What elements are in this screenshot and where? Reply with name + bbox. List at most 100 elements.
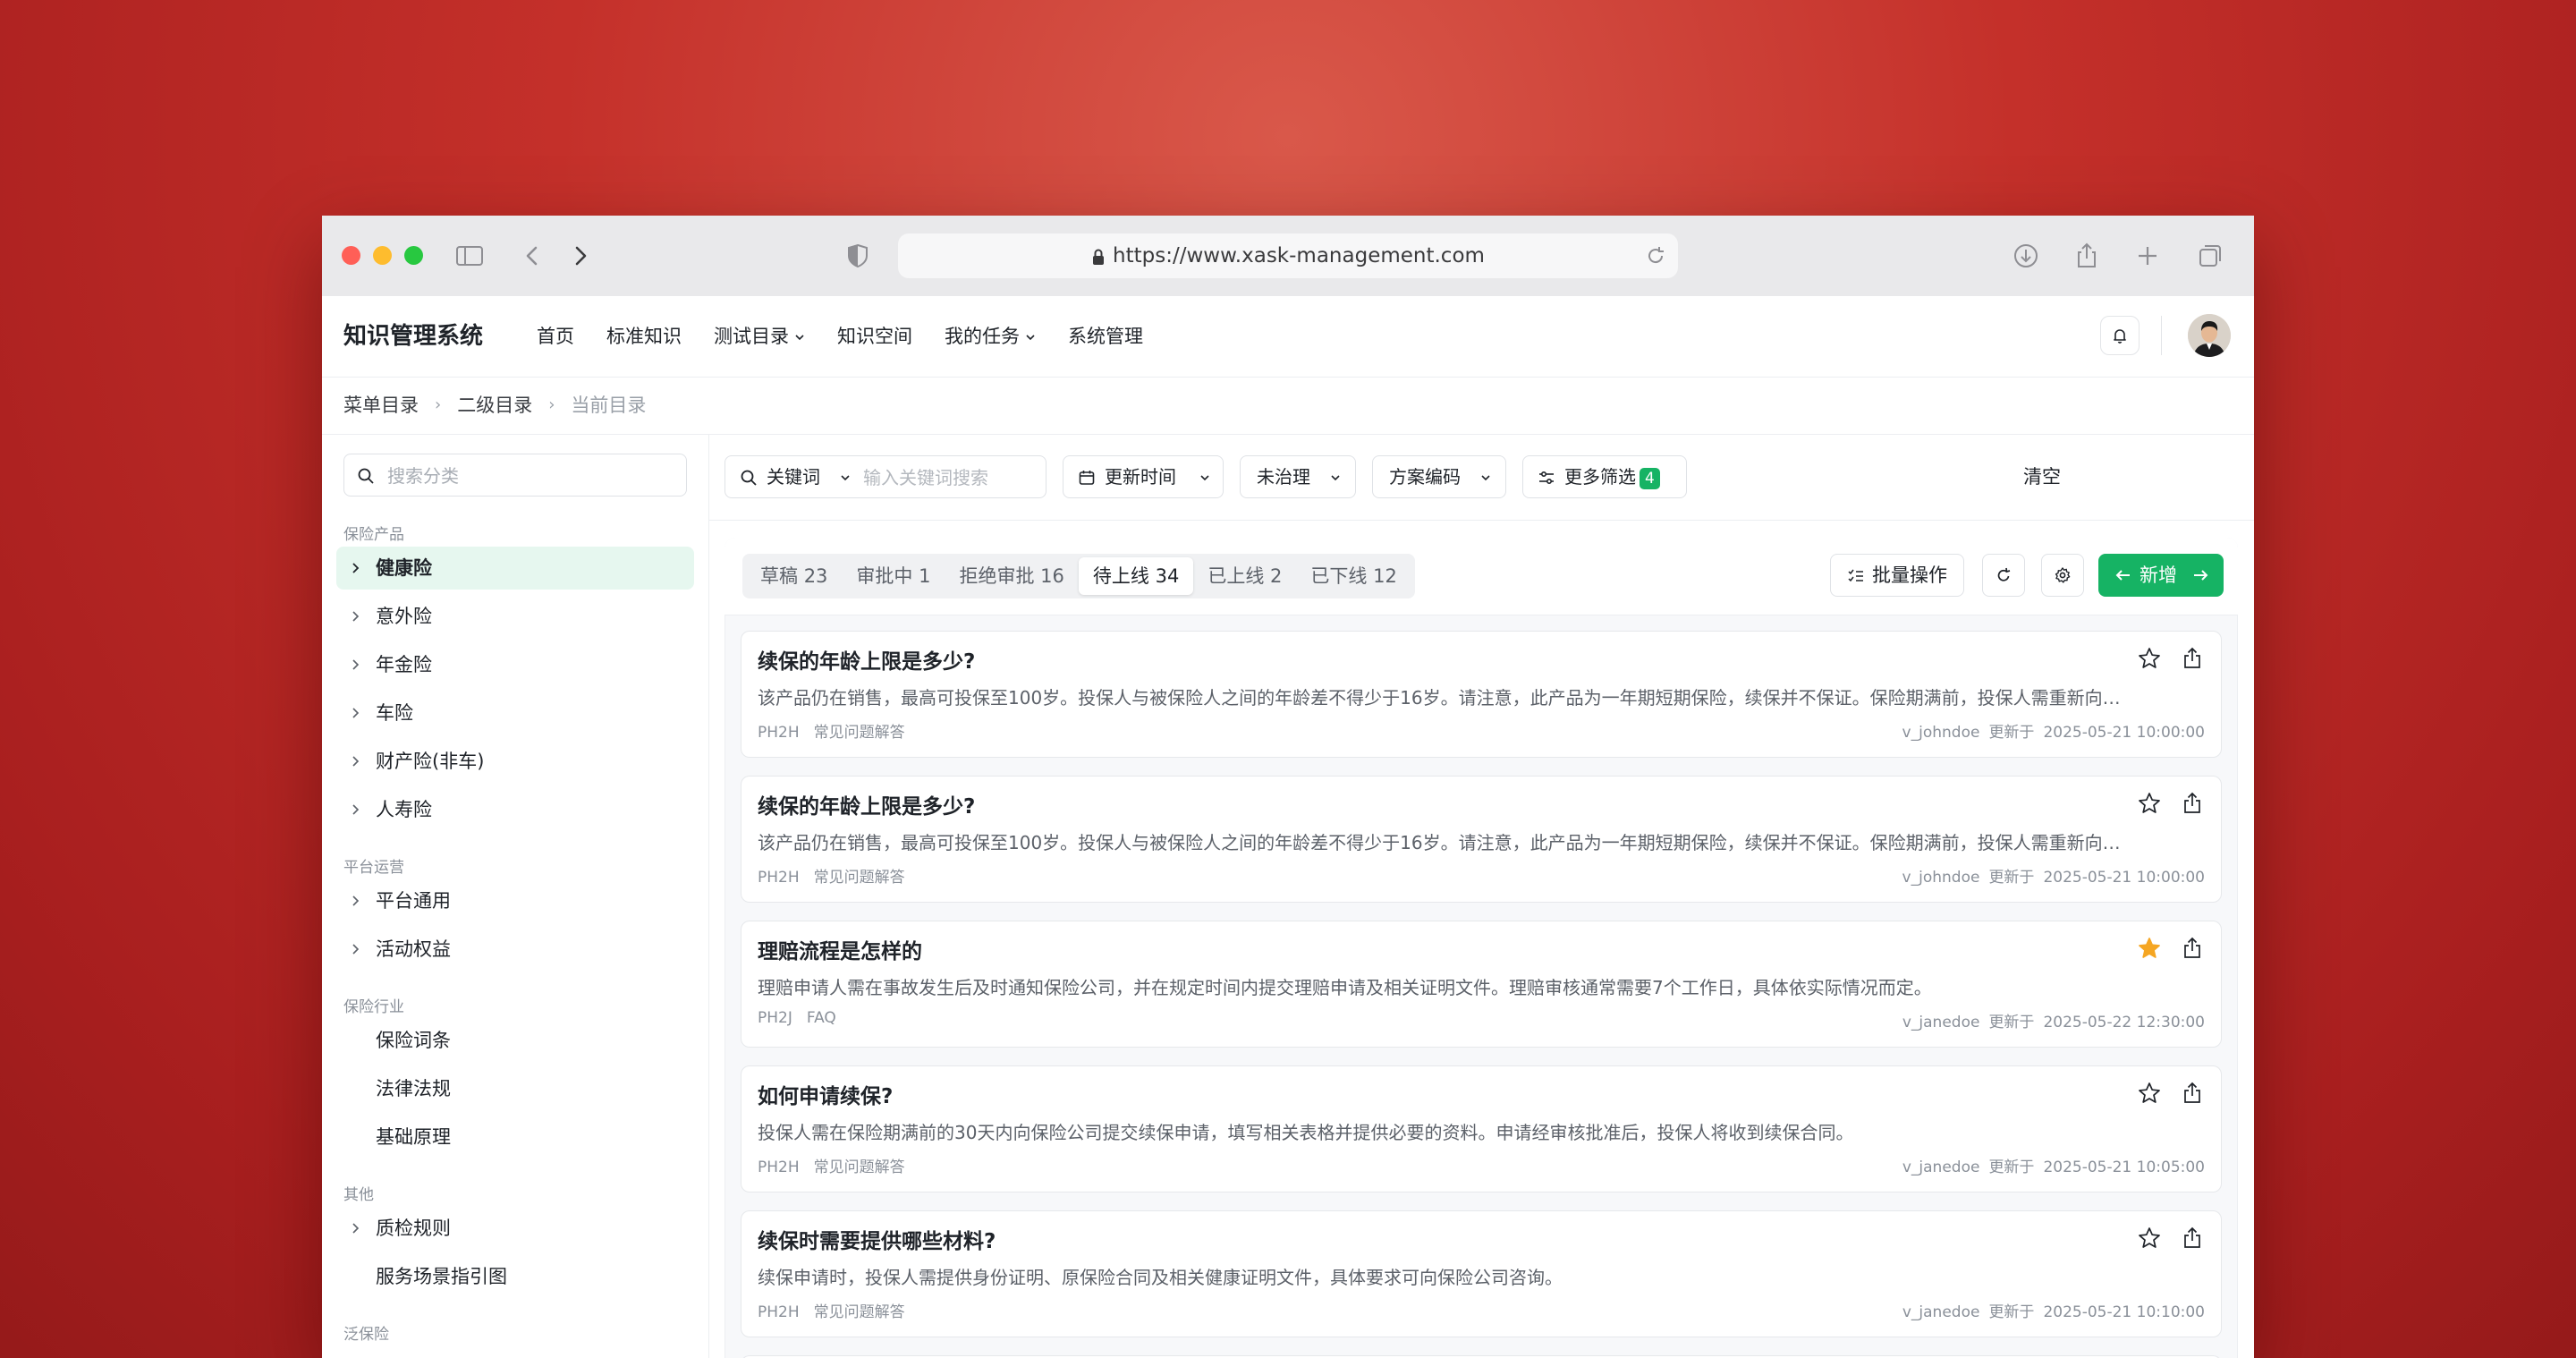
sidebar-item-label: 法律法规 [376, 1078, 451, 1099]
tab-overview-icon[interactable] [2193, 239, 2227, 273]
more-filters-button[interactable]: 更多筛选 4 [1522, 455, 1687, 498]
minimize-window-button[interactable] [373, 246, 392, 265]
clear-filters-button[interactable]: 清空 [2023, 455, 2061, 498]
star-icon[interactable] [2137, 646, 2162, 671]
keyword-input[interactable] [861, 457, 1040, 498]
card-meta: PH2H 常见问题解答 [758, 864, 905, 887]
chevron-down-icon [795, 335, 804, 341]
filter-settings-icon [1539, 471, 1554, 485]
tab-pending-online[interactable]: 待上线 34 [1078, 557, 1194, 595]
forward-icon[interactable] [564, 239, 597, 273]
sidebar-toggle-icon[interactable] [453, 239, 487, 273]
knowledge-card[interactable]: 续保的年龄上限是多少? 该产品仍在销售，最高可投保至100岁。投保人与被保险人之… [741, 631, 2222, 758]
sidebar-item-qc-rules[interactable]: 质检规则 [336, 1207, 694, 1250]
card-update-info: v_janedoe 更新于 2025-05-21 10:05:00 [1902, 1154, 2205, 1176]
share-icon[interactable] [2180, 936, 2205, 961]
tab-online[interactable]: 已上线 2 [1193, 554, 1296, 598]
download-icon[interactable] [2009, 239, 2043, 273]
updated-label: 更新于 [1988, 1159, 2035, 1176]
tab-rejected[interactable]: 拒绝审批 16 [945, 554, 1078, 598]
card-tag: 常见问题解答 [813, 1303, 905, 1321]
share-icon[interactable] [2180, 646, 2205, 671]
share-icon[interactable] [2180, 791, 2205, 816]
share-icon[interactable] [2180, 1081, 2205, 1106]
share-icon[interactable] [2070, 239, 2104, 273]
refresh-button[interactable] [1982, 554, 2025, 597]
sidebar-item-platform-general[interactable]: 平台通用 [336, 879, 694, 922]
batch-operation-button[interactable]: 批量操作 [1830, 554, 1964, 597]
star-filled-icon[interactable] [2137, 936, 2162, 961]
nav-item-my-tasks[interactable]: 我的任务 [945, 296, 1036, 377]
sidebar-item-activity-benefits[interactable]: 活动权益 [336, 928, 694, 971]
sidebar-item-life[interactable]: 人寿险 [336, 788, 694, 831]
new-tab-icon[interactable] [2131, 239, 2165, 273]
tab-draft[interactable]: 草稿 23 [746, 554, 842, 598]
shield-icon[interactable] [841, 239, 875, 273]
close-window-button[interactable] [342, 246, 360, 265]
app-title: 知识管理系统 [343, 323, 484, 350]
reload-icon[interactable] [1644, 244, 1667, 267]
card-tag: FAQ [806, 1009, 836, 1027]
browser-window: https://www.xask-management.com 知识管理系统 首… [322, 216, 2254, 1358]
sidebar-item-principles[interactable]: 基础原理 [336, 1116, 694, 1159]
card-title[interactable]: 续保的年龄上限是多少? [758, 789, 975, 819]
chevron-right-icon [352, 659, 360, 670]
sidebar-item-label: 活动权益 [376, 938, 451, 960]
avatar[interactable] [2188, 314, 2231, 357]
update-time-filter[interactable]: 更新时间 [1063, 455, 1224, 498]
top-nav: 首页 标准知识 测试目录 知识空间 我的任务 系统管理 [537, 296, 1175, 377]
updater: v_janedoe [1902, 1014, 1980, 1031]
sidebar-item-accident[interactable]: 意外险 [336, 595, 694, 638]
sidebar-item-glossary[interactable]: 保险词条 [336, 1019, 694, 1062]
address-bar[interactable]: https://www.xask-management.com [898, 233, 1678, 278]
card-update-info: v_johndoe 更新于 2025-05-21 10:00:00 [1902, 719, 2205, 742]
knowledge-card[interactable]: 理赔流程是怎样的 理赔申请人需在事故发生后及时通知保险公司，并在规定时间内提交理… [741, 921, 2222, 1048]
status-filter[interactable]: 未治理 [1240, 455, 1356, 498]
add-new-button[interactable]: 新增 [2098, 554, 2224, 597]
knowledge-card[interactable]: 续保时需要提供哪些材料? 续保申请时，投保人需提供身份证明、原保险合同及相关健康… [741, 1210, 2222, 1337]
sidebar-item-service-guide[interactable]: 服务场景指引图 [336, 1255, 694, 1298]
sidebar-item-annuity[interactable]: 年金险 [336, 643, 694, 686]
sidebar-section-label: 保险产品 [343, 526, 404, 544]
sidebar-item-health[interactable]: 健康险 [336, 547, 694, 590]
keyword-type-select[interactable]: 关键词 [767, 456, 820, 497]
sidebar-item-auto[interactable]: 车险 [336, 692, 694, 734]
card-title[interactable]: 理赔流程是怎样的 [758, 934, 922, 964]
card-title[interactable]: 续保的年龄上限是多少? [758, 644, 975, 675]
keyword-filter[interactable]: 关键词 [724, 455, 1046, 498]
tab-count: 12 [1373, 565, 1397, 587]
card-title[interactable]: 如何申请续保? [758, 1079, 893, 1109]
star-icon[interactable] [2137, 791, 2162, 816]
back-icon[interactable] [515, 239, 549, 273]
chevron-down-icon [1026, 335, 1035, 341]
knowledge-card[interactable]: 如何申请续保? 投保人需在保险期满前的30天内向保险公司提交续保申请，填写相关表… [741, 1065, 2222, 1192]
settings-button[interactable] [2041, 554, 2084, 597]
breadcrumb-separator-icon: › [435, 395, 442, 414]
nav-item-system[interactable]: 系统管理 [1068, 296, 1143, 377]
breadcrumb-item[interactable]: 菜单目录 [343, 377, 419, 434]
breadcrumb-current: 当前目录 [571, 395, 647, 416]
breadcrumb-item[interactable]: 二级目录 [457, 377, 532, 434]
tab-offline[interactable]: 已下线 12 [1296, 554, 1411, 598]
star-icon[interactable] [2137, 1081, 2162, 1106]
category-search-input[interactable] [386, 454, 675, 497]
nav-item-standard[interactable]: 标准知识 [606, 296, 682, 377]
card-title[interactable]: 续保时需要提供哪些材料? [758, 1224, 996, 1254]
sidebar-item-label: 基础原理 [376, 1126, 451, 1148]
sidebar-item-property[interactable]: 财产险(非车) [336, 740, 694, 783]
nav-item-test-catalog[interactable]: 测试目录 [714, 296, 805, 377]
category-search-box[interactable] [343, 454, 687, 497]
nav-item-knowledge-space[interactable]: 知识空间 [837, 296, 912, 377]
plan-code-filter[interactable]: 方案编码 [1372, 455, 1506, 498]
share-icon[interactable] [2180, 1226, 2205, 1251]
nav-item-home[interactable]: 首页 [537, 296, 574, 377]
chevron-right-icon [352, 611, 360, 622]
card-update-info: v_janedoe 更新于 2025-05-21 10:10:00 [1902, 1299, 2205, 1321]
zoom-window-button[interactable] [404, 246, 423, 265]
tab-in-review[interactable]: 审批中 1 [842, 554, 945, 598]
star-icon[interactable] [2137, 1226, 2162, 1251]
sidebar-item-laws[interactable]: 法律法规 [336, 1067, 694, 1110]
refresh-icon [1997, 567, 2011, 581]
notification-button[interactable] [2100, 316, 2140, 355]
knowledge-card[interactable]: 续保的年龄上限是多少? 该产品仍在销售，最高可投保至100岁。投保人与被保险人之… [741, 776, 2222, 903]
